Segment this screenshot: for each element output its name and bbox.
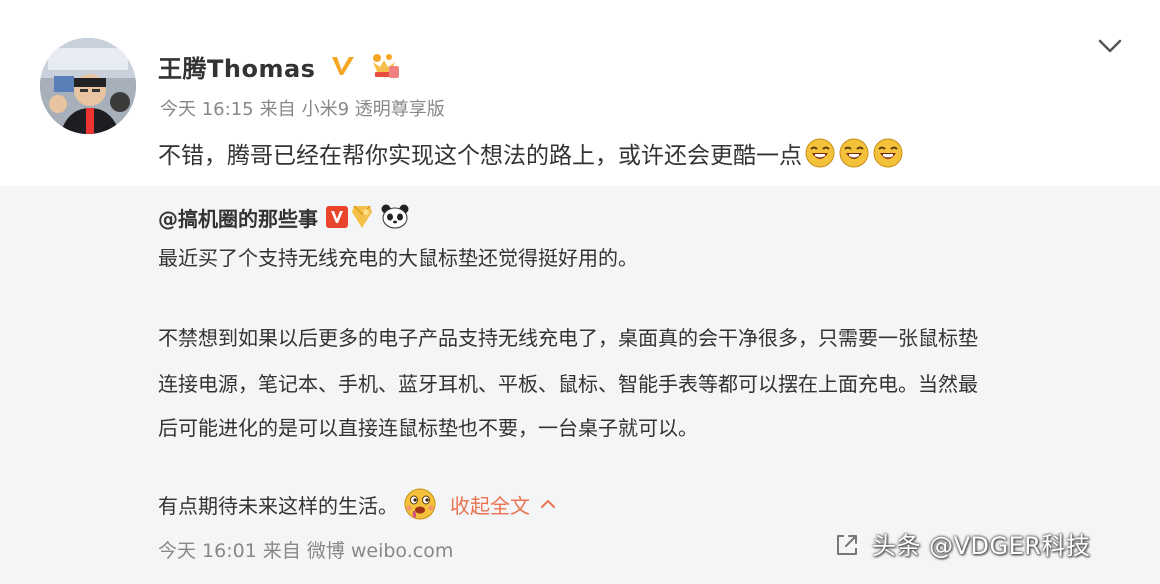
- repost-source[interactable]: 微博 weibo.com: [307, 540, 454, 562]
- panda-icon: [381, 204, 409, 229]
- medal-icon: [352, 205, 372, 228]
- post-source-prefix: 来自: [259, 99, 296, 120]
- post-meta: 今天 16:15 来自 小米9 透明尊享版: [160, 95, 451, 121]
- verified-v-icon: [326, 206, 348, 228]
- drool-emoji-icon: [404, 488, 436, 520]
- username[interactable]: 王腾Thomas: [158, 49, 315, 84]
- repost-line-2: 不禁想到如果以后更多的电子产品支持无线充电了，桌面真的会干净很多，只需要一张鼠标…: [158, 326, 978, 350]
- chevron-down-icon[interactable]: [1096, 34, 1124, 58]
- avatar[interactable]: [40, 38, 136, 134]
- member-crown-icon: [373, 54, 400, 78]
- repost-username[interactable]: @搞机圈的那些事: [158, 203, 318, 232]
- post-source[interactable]: 小米9 透明尊享版: [302, 99, 445, 120]
- chevron-up-icon[interactable]: [540, 498, 556, 510]
- verified-v-icon: [332, 57, 355, 75]
- laugh-emoji-icon: [805, 138, 835, 168]
- post-time[interactable]: 今天 16:15: [160, 99, 254, 120]
- watermark: 头条 @VDGER科技: [872, 532, 1091, 560]
- repost-line-3: 连接电源，笔记本、手机、蓝牙耳机、平板、鼠标、智能手表等都可以摆在上面充电。当然…: [158, 372, 978, 396]
- repost-line-5: 有点期待未来这样的生活。: [158, 493, 398, 518]
- laugh-emoji-icon: [873, 138, 903, 168]
- share-icon[interactable]: [834, 532, 860, 558]
- repost-source-prefix: 来自: [262, 540, 301, 562]
- collapse-full-text-link[interactable]: 收起全文: [450, 490, 530, 519]
- repost-line-1: 最近买了个支持无线充电的大鼠标垫还觉得挺好用的。: [158, 246, 638, 270]
- laugh-emoji-icon: [839, 138, 869, 168]
- repost-meta: 今天 16:01 来自 微博 weibo.com: [158, 536, 459, 563]
- post-content: 不错，腾哥已经在帮你实现这个想法的路上，或许还会更酷一点: [158, 136, 904, 170]
- username-row: 王腾Thomas: [158, 48, 401, 84]
- repost-last-line: 有点期待未来这样的生活。 收起全文: [158, 486, 556, 522]
- repost-line-4: 后可能进化的是可以直接连鼠标垫也不要，一台桌子就可以。: [158, 416, 698, 440]
- weibo-post-screenshot: 王腾Thomas 今天 16:15 来自 小米9 透明尊享版 不错，腾哥已经在帮你实…: [0, 0, 1160, 584]
- repost-block: @搞机圈的那些事 最近买了个支持无线充电的大鼠标垫还觉得挺好用的。 不禁想到如果…: [0, 186, 1160, 584]
- repost-time[interactable]: 今天 16:01: [158, 540, 257, 562]
- post-text: 不错，腾哥已经在帮你实现这个想法的路上，或许还会更酷一点: [158, 143, 802, 169]
- repost-user-row: @搞机圈的那些事: [158, 202, 410, 232]
